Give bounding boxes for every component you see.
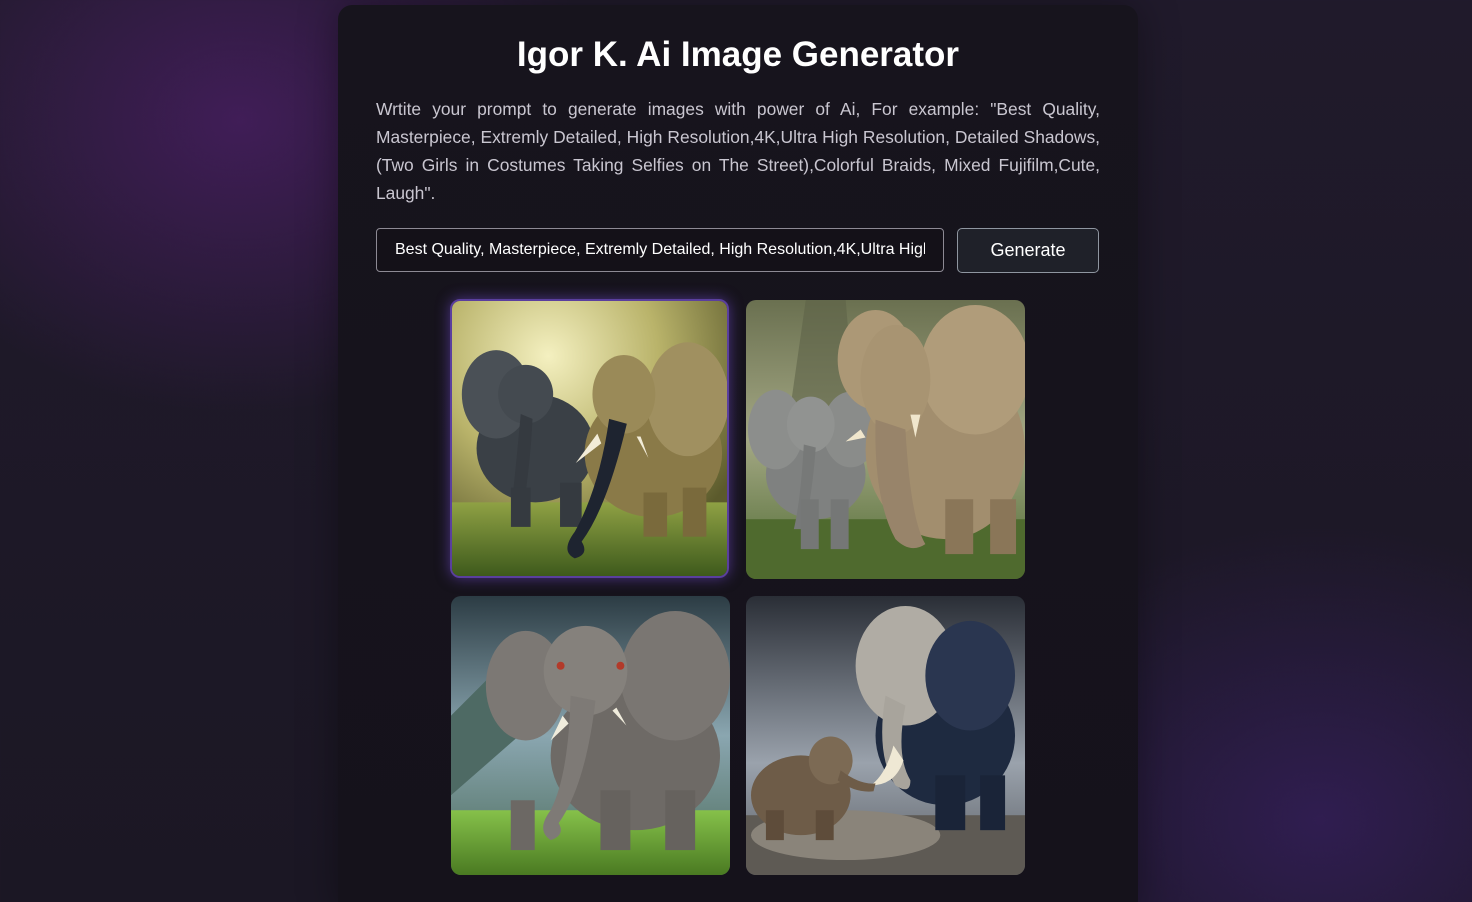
description-text: Wrtite your prompt to generate images wi… xyxy=(376,99,1100,203)
elephant-image-4 xyxy=(746,596,1025,875)
generator-card: Igor K. Ai Image Generator Wrtite your p… xyxy=(338,5,1138,902)
generate-button[interactable]: Generate xyxy=(957,228,1099,273)
elephant-image-1 xyxy=(452,301,727,576)
prompt-input[interactable] xyxy=(376,228,944,272)
page-title: Igor K. Ai Image Generator xyxy=(516,35,960,74)
generated-image-4[interactable] xyxy=(746,596,1025,875)
generated-image-3[interactable] xyxy=(451,596,730,875)
generated-image-2[interactable] xyxy=(746,300,1025,579)
elephant-image-3 xyxy=(451,596,730,875)
generated-image-1[interactable] xyxy=(450,299,729,578)
elephant-image-2 xyxy=(746,300,1025,579)
